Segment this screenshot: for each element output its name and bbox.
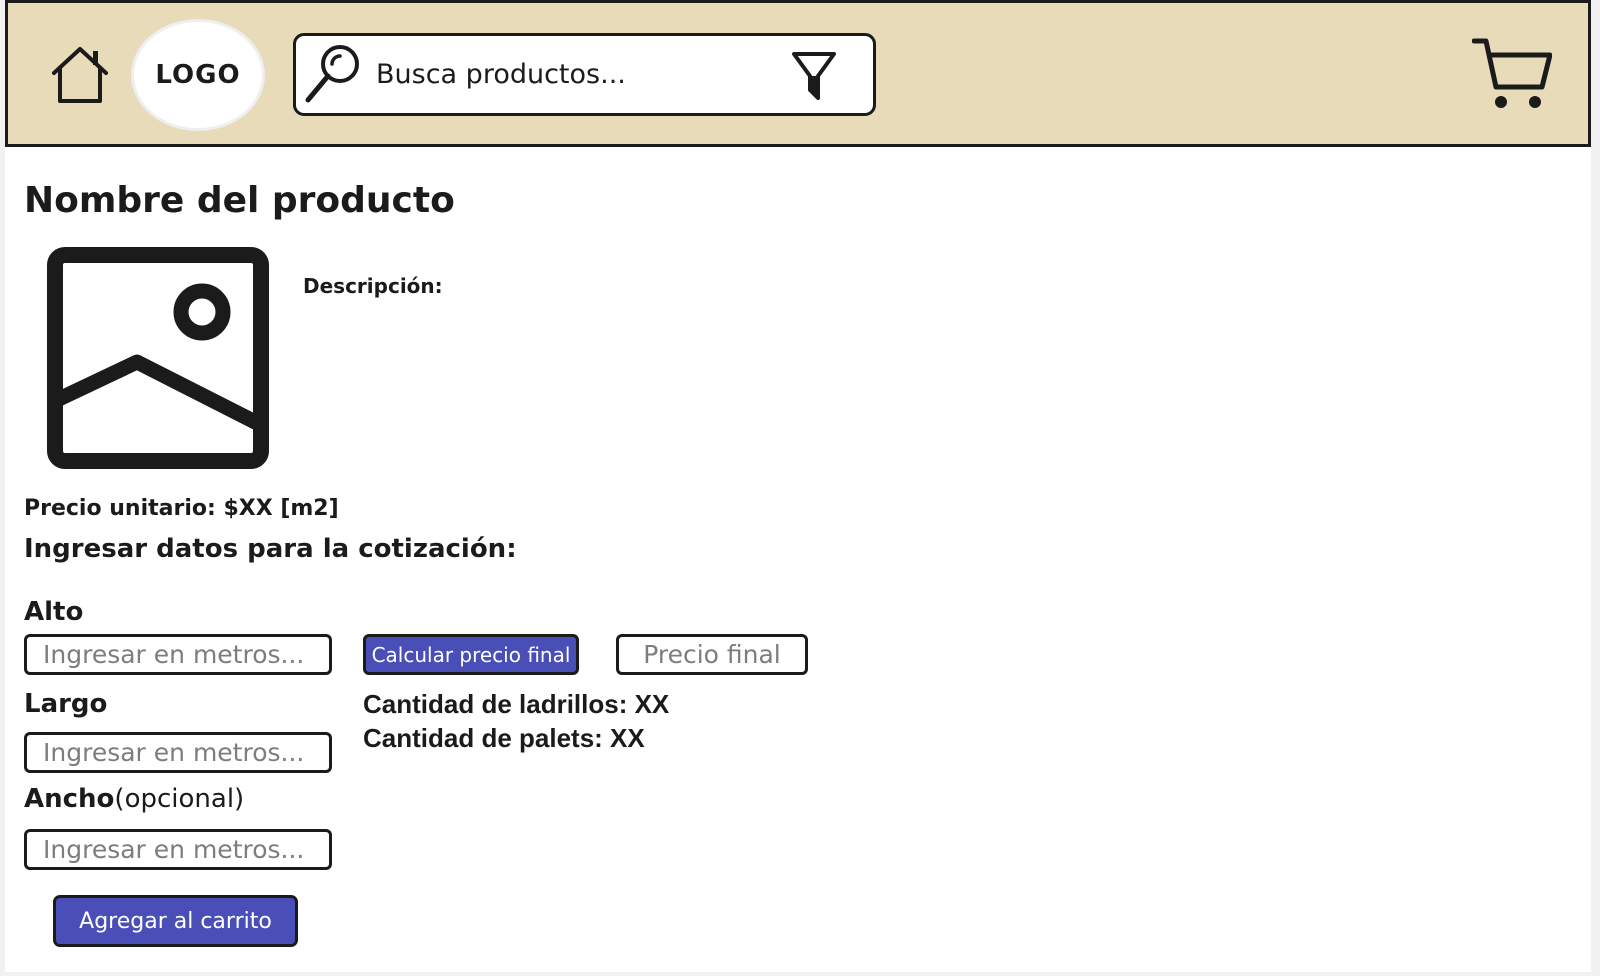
search-bar: [293, 33, 876, 116]
height-input[interactable]: [24, 634, 332, 675]
final-price-field[interactable]: [616, 634, 808, 675]
filter-icon[interactable]: [791, 50, 837, 102]
logo[interactable]: LOGO: [131, 19, 265, 131]
height-label: Alto: [24, 597, 83, 627]
top-bar: LOGO: [5, 0, 1591, 147]
length-label: Largo: [24, 689, 107, 719]
add-to-cart-button[interactable]: Agregar al carrito: [53, 895, 298, 947]
logo-text: LOGO: [155, 60, 241, 90]
quote-heading: Ingresar datos para la cotización:: [24, 534, 517, 564]
width-input[interactable]: [24, 829, 332, 870]
description-label: Descripción:: [303, 274, 443, 298]
length-label-text: Largo: [24, 689, 108, 719]
width-label-text: Ancho: [24, 784, 115, 814]
home-icon[interactable]: [48, 43, 112, 107]
unit-price: Precio unitario: $XX [m2]: [24, 496, 339, 521]
product-title: Nombre del producto: [24, 180, 455, 221]
cart-icon[interactable]: [1471, 35, 1553, 115]
calculate-price-button[interactable]: Calcular precio final: [363, 634, 579, 675]
height-label-text: Alto: [24, 597, 84, 627]
image-placeholder-icon: [47, 247, 269, 469]
length-input[interactable]: [24, 732, 332, 773]
width-label: Ancho(opcional): [24, 784, 244, 814]
search-input[interactable]: [376, 52, 776, 96]
pallets-count: Cantidad de palets: XX: [363, 723, 645, 753]
optional-note: (opcional): [114, 784, 245, 814]
search-icon[interactable]: [302, 40, 366, 104]
bricks-count: Cantidad de ladrillos: XX: [363, 689, 670, 719]
product-page: LOGO Busca productos... Nombre del produ…: [5, 0, 1591, 972]
